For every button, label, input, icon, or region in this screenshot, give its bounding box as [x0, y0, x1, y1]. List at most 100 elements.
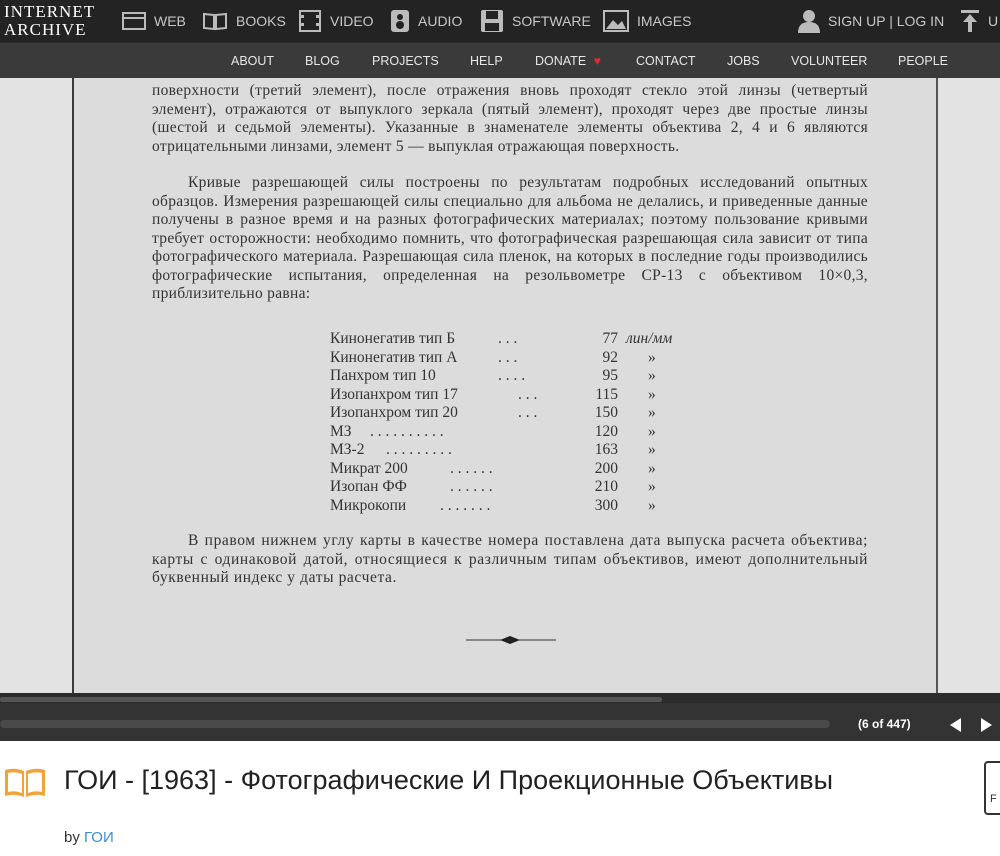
page-thumbnail-strip[interactable]: [0, 693, 1000, 703]
film-value: 200: [594, 459, 618, 477]
heart-icon: ♥: [593, 54, 602, 68]
page-paragraph-1: поверхности (третий элемент), после отра…: [152, 82, 868, 155]
subnav-blog[interactable]: BLOG: [305, 43, 340, 79]
thumbnail-strip-fill: [0, 697, 662, 702]
nav-books-label: BOOKS: [236, 13, 286, 29]
table-row: Кинонегатив тип Б . . . 77 лин/мм: [330, 330, 750, 349]
top-navigation-bar: INTERNET ARCHIVE WEB BOOKS VIDEO AUDIO S…: [0, 0, 1000, 42]
leader-dots: . . . . . . . . .: [386, 441, 452, 458]
arrow-right-icon: [981, 718, 992, 732]
leader-dots: . . .: [518, 404, 538, 421]
film-value: 210: [594, 478, 618, 495]
logo-line-2: ARCHIVE: [4, 20, 87, 39]
item-title-area: ГОИ - [1963] - Фотографические И Проекци…: [0, 741, 1000, 856]
subnav-donate[interactable]: DONATE ♥: [535, 43, 601, 79]
favorite-button-label: F: [990, 793, 997, 805]
film-unit: »: [648, 404, 656, 421]
secondary-navigation-bar: ABOUT BLOG PROJECTS HELP DONATE ♥ CONTAC…: [0, 42, 1000, 78]
upload-link[interactable]: U: [960, 0, 998, 42]
signin-link[interactable]: SIGN UP | LOG IN: [798, 0, 944, 42]
nav-audio[interactable]: AUDIO: [390, 0, 462, 42]
nav-books[interactable]: BOOKS: [202, 0, 286, 42]
nav-video[interactable]: VIDEO: [298, 0, 374, 42]
audio-icon: [391, 10, 409, 32]
page-indicator: (6 of 447): [858, 717, 911, 731]
nav-software[interactable]: SOFTWARE: [480, 0, 591, 42]
next-page-button[interactable]: [976, 715, 996, 735]
nav-images[interactable]: IMAGES: [603, 0, 691, 42]
author-link[interactable]: ГОИ: [84, 829, 114, 846]
page-slider[interactable]: [0, 720, 830, 728]
viewer-navigation-bar: (6 of 447): [0, 693, 1000, 741]
nav-software-label: SOFTWARE: [512, 13, 591, 29]
page-paragraph-3: В правом нижнем углу карты в качестве но…: [152, 532, 868, 586]
scanned-page: поверхности (третий элемент), после отра…: [72, 78, 938, 693]
by-label: by: [64, 829, 80, 846]
film-value: 77: [602, 330, 619, 347]
table-row: Изопан ФФ . . . . . . 210 »: [330, 478, 750, 497]
nav-images-label: IMAGES: [637, 13, 692, 29]
video-icon: [299, 10, 321, 32]
film-value: 115: [595, 385, 618, 403]
film-name: Панхром тип 10: [330, 367, 436, 384]
film-name: Изопанхром тип 20: [330, 404, 458, 421]
film-value: 300: [594, 496, 618, 514]
software-icon: [481, 10, 503, 32]
favorite-button[interactable]: F: [984, 761, 1000, 815]
subnav-projects[interactable]: PROJECTS: [372, 43, 439, 79]
leader-dots: . . .: [498, 330, 518, 347]
web-icon: [122, 12, 146, 30]
table-row: Панхром тип 10 . . . . 95 »: [330, 367, 750, 386]
film-unit: лин/мм: [626, 330, 673, 347]
arrow-left-icon: [950, 718, 961, 732]
leader-dots: . . . . . .: [450, 459, 493, 477]
film-unit: »: [648, 478, 656, 495]
film-value: 163: [594, 441, 618, 458]
images-icon: [603, 10, 629, 32]
nav-audio-label: AUDIO: [418, 13, 463, 29]
film-name: Кинонегатив тип А: [330, 348, 458, 366]
previous-page-button[interactable]: [946, 715, 966, 735]
book-icon: [5, 768, 45, 797]
signin-label: SIGN UP | LOG IN: [828, 13, 945, 29]
nav-web[interactable]: WEB: [122, 0, 186, 42]
nav-web-label: WEB: [154, 13, 186, 29]
subnav-about[interactable]: ABOUT: [231, 43, 274, 79]
table-row: МЗ-2 . . . . . . . . . 163 »: [330, 441, 750, 460]
ornament-divider-icon: [466, 636, 556, 644]
film-unit: »: [648, 496, 656, 514]
subnav-jobs[interactable]: JOBS: [727, 43, 760, 79]
table-row: Изопанхром тип 20 . . . 150 »: [330, 404, 750, 423]
film-value: 92: [602, 348, 619, 366]
leader-dots: . . . . . . . . . .: [370, 422, 444, 440]
leader-dots: . . . . . . .: [440, 496, 491, 514]
film-name: Кинонегатив тип Б: [330, 330, 456, 347]
resolution-table: Кинонегатив тип Б . . . 77 лин/мм Киноне…: [330, 330, 750, 520]
internet-archive-logo[interactable]: INTERNET ARCHIVE: [4, 3, 95, 39]
table-row: Микрат 200 . . . . . . 200 »: [330, 460, 750, 479]
subnav-people[interactable]: PEOPLE: [898, 43, 948, 79]
subnav-help[interactable]: HELP: [470, 43, 503, 79]
user-icon: [798, 10, 820, 33]
leader-dots: . . . .: [498, 367, 526, 384]
book-viewer[interactable]: поверхности (третий элемент), после отра…: [0, 78, 1000, 693]
film-name: Микрокопи: [330, 496, 407, 514]
subnav-volunteer[interactable]: VOLUNTEER: [791, 43, 867, 79]
upload-label: U: [988, 13, 999, 29]
film-unit: »: [648, 459, 656, 477]
nav-video-label: VIDEO: [330, 13, 374, 29]
subnav-contact[interactable]: CONTACT: [636, 43, 696, 79]
film-unit: »: [648, 348, 656, 366]
film-value: 150: [594, 404, 618, 421]
table-row: МЗ . . . . . . . . . . 120 »: [330, 423, 750, 442]
film-name: Изопан ФФ: [330, 478, 407, 495]
subnav-donate-label: DONATE: [535, 54, 587, 68]
table-row: Микрокопи . . . . . . . 300 »: [330, 497, 750, 516]
table-row: Кинонегатив тип А . . . 92 »: [330, 349, 750, 368]
film-unit: »: [648, 441, 656, 458]
film-unit: »: [648, 367, 656, 384]
film-name: Изопанхром тип 17: [330, 385, 458, 403]
film-value: 95: [602, 367, 619, 384]
leader-dots: . . . . . .: [450, 478, 493, 495]
leader-dots: . . .: [498, 348, 518, 366]
